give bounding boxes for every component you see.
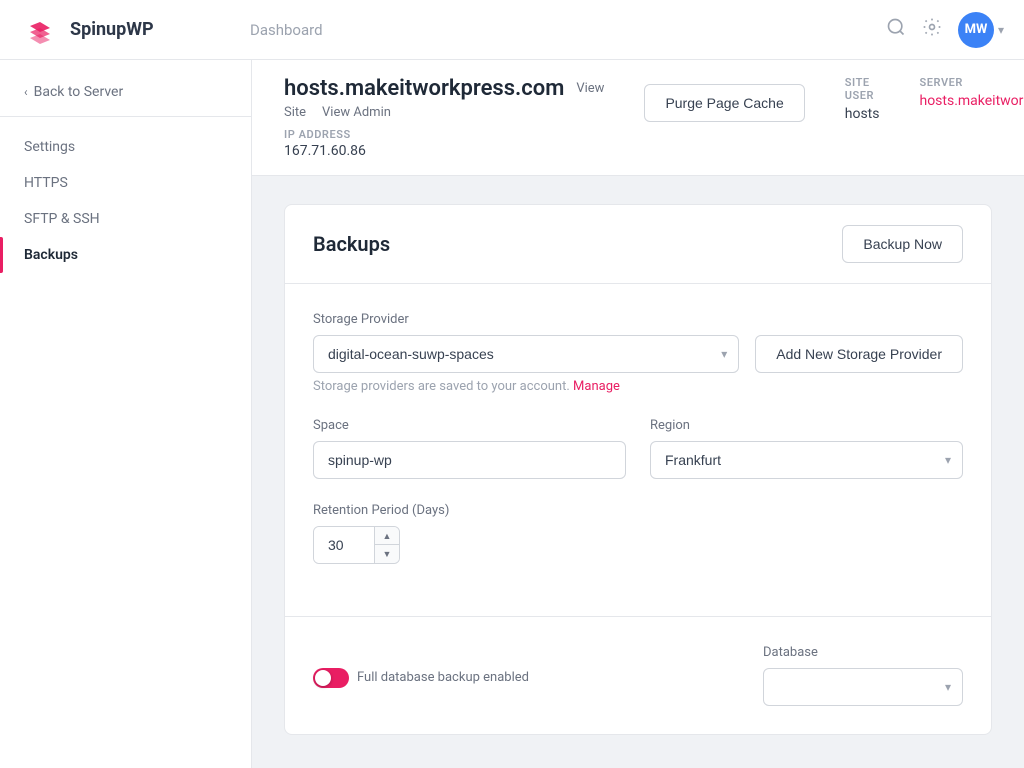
back-to-server-link[interactable]: ‹ Back to Server — [0, 76, 251, 117]
retention-group: Retention Period (Days) ▲ ▼ — [313, 503, 963, 564]
site-user-group: SITE USER hosts — [845, 76, 880, 122]
nav-icons: MW ▾ — [886, 12, 1004, 48]
sidebar-item-backups[interactable]: Backups — [0, 237, 251, 273]
settings-button[interactable] — [922, 17, 942, 42]
user-menu[interactable]: MW ▾ — [958, 12, 1004, 48]
server-label: SERVER — [919, 76, 1024, 89]
storage-helper-text: Storage providers are saved to your acco… — [313, 379, 963, 394]
region-group: Region Frankfurt Amsterdam New York San … — [650, 418, 963, 479]
retention-label: Retention Period (Days) — [313, 503, 963, 518]
storage-provider-row: digital-ocean-suwp-spaces Amazon S3 Goog… — [313, 335, 963, 373]
top-navigation: SpinupWP Dashboard MW ▾ — [0, 0, 1024, 60]
space-region-row: Space Region Frankfurt Amsterdam New Yor… — [313, 418, 963, 503]
sidebar-item-https[interactable]: HTTPS — [0, 165, 251, 201]
main-layout: ‹ Back to Server Settings HTTPS SFTP & S… — [0, 60, 1024, 768]
database-row: Full database backup enabled Database ▾ — [313, 645, 963, 706]
backup-toggle[interactable] — [313, 668, 349, 688]
region-select[interactable]: Frankfurt Amsterdam New York San Francis… — [650, 441, 963, 479]
backup-toggle-area: Full database backup enabled — [313, 645, 529, 706]
site-meta: SITE USER hosts SERVER hosts.makeitworkp… — [845, 76, 1024, 122]
retention-input[interactable] — [314, 527, 374, 563]
site-title-row: hosts.makeitworkpress.com View — [284, 76, 604, 101]
server-value[interactable]: hosts.makeitworkpress.com — [919, 93, 1024, 109]
backups-card: Backups Backup Now Storage Provider digi… — [284, 204, 992, 735]
storage-provider-select-wrapper: digital-ocean-suwp-spaces Amazon S3 Goog… — [313, 335, 739, 373]
nav-search-area: Dashboard — [240, 21, 866, 39]
server-group: SERVER hosts.makeitworkpress.com — [919, 76, 1024, 122]
search-button[interactable] — [886, 17, 906, 42]
sidebar-item-sftp-ssh[interactable]: SFTP & SSH — [0, 201, 251, 237]
avatar[interactable]: MW — [958, 12, 994, 48]
database-section: Full database backup enabled Database ▾ — [285, 617, 991, 734]
region-select-wrapper: Frankfurt Amsterdam New York San Francis… — [650, 441, 963, 479]
retention-decrement-button[interactable]: ▼ — [375, 545, 399, 563]
storage-provider-select[interactable]: digital-ocean-suwp-spaces Amazon S3 Goog… — [313, 335, 739, 373]
gear-icon — [922, 17, 942, 37]
ip-value: 167.71.60.86 — [284, 143, 604, 159]
region-label: Region — [650, 418, 963, 433]
storage-provider-label: Storage Provider — [313, 312, 963, 327]
backup-now-button[interactable]: Backup Now — [842, 225, 963, 263]
back-to-server-label: Back to Server — [34, 84, 124, 100]
logo-text: SpinupWP — [70, 19, 154, 40]
dashboard-link[interactable]: Dashboard — [240, 21, 333, 39]
site-link[interactable]: Site — [284, 105, 306, 120]
database-select-wrapper: ▾ — [763, 668, 963, 706]
database-select[interactable] — [763, 668, 963, 706]
view-admin-link[interactable]: View Admin — [322, 105, 391, 120]
space-label: Space — [313, 418, 626, 433]
retention-increment-button[interactable]: ▲ — [375, 527, 399, 545]
database-label: Database — [763, 645, 963, 660]
space-group: Space — [313, 418, 626, 479]
retention-spinners: ▲ ▼ — [374, 527, 399, 563]
site-links: Site View Admin — [284, 105, 604, 120]
add-storage-provider-button[interactable]: Add New Storage Provider — [755, 335, 963, 373]
back-chevron-icon: ‹ — [24, 85, 28, 99]
sidebar-nav: Settings HTTPS SFTP & SSH Backups — [0, 129, 251, 273]
ip-section: IP ADDRESS 167.71.60.86 — [284, 128, 604, 159]
retention-input-wrapper: ▲ ▼ — [313, 526, 400, 564]
main-content: hosts.makeitworkpress.com View Site View… — [252, 60, 1024, 768]
storage-provider-group: Storage Provider digital-ocean-suwp-spac… — [313, 312, 963, 394]
card-title: Backups — [313, 232, 390, 256]
purge-cache-button[interactable]: Purge Page Cache — [644, 84, 804, 122]
card-body: Storage Provider digital-ocean-suwp-spac… — [285, 284, 991, 616]
site-header: hosts.makeitworkpress.com View Site View… — [252, 60, 1024, 176]
database-field-group: Database ▾ — [763, 645, 963, 706]
logo-area: SpinupWP — [20, 10, 220, 50]
site-info: hosts.makeitworkpress.com View Site View… — [284, 76, 604, 159]
card-header: Backups Backup Now — [285, 205, 991, 284]
logo-icon — [20, 10, 60, 50]
manage-link[interactable]: Manage — [573, 379, 620, 394]
site-user-value: hosts — [845, 106, 880, 122]
sidebar: ‹ Back to Server Settings HTTPS SFTP & S… — [0, 60, 252, 768]
search-icon — [886, 17, 906, 37]
avatar-caret[interactable]: ▾ — [998, 23, 1004, 37]
ip-label: IP ADDRESS — [284, 128, 604, 141]
content-area: Backups Backup Now Storage Provider digi… — [252, 176, 1024, 768]
site-view-link[interactable]: View — [576, 81, 604, 96]
site-hostname: hosts.makeitworkpress.com — [284, 76, 564, 101]
space-input[interactable] — [313, 441, 626, 479]
site-user-label: SITE USER — [845, 76, 880, 102]
sidebar-item-settings[interactable]: Settings — [0, 129, 251, 165]
toggle-label: Full database backup enabled — [357, 670, 529, 685]
purge-section: Purge Page Cache — [644, 76, 804, 122]
